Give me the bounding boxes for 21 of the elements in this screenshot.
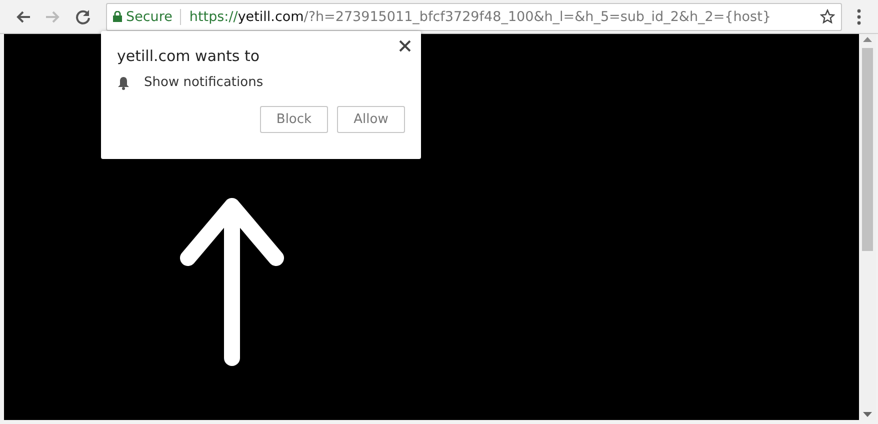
back-icon — [15, 8, 31, 24]
scroll-down-icon — [863, 412, 872, 417]
bell-icon — [117, 76, 130, 90]
close-icon — [398, 39, 412, 53]
star-icon[interactable] — [820, 9, 835, 24]
scroll-up-icon — [863, 37, 872, 42]
forward-icon — [45, 8, 61, 24]
scrollbar-thumb[interactable] — [862, 48, 873, 251]
menu-icon — [857, 8, 861, 24]
popup-button[interactable]: Allow — [337, 106, 405, 133]
popup-title: yetill.com wants to — [117, 47, 261, 65]
url-text: https://yetill.com/?h=273915011_bfcf3729f48_100&h_l=&h_5=sub_id_2&h_2={host} — [189, 8, 771, 24]
up-arrow-icon — [180, 198, 284, 366]
scrollbar[interactable] — [859, 34, 876, 420]
permission-label: Show notifications — [144, 75, 264, 90]
close-button[interactable] — [398, 39, 412, 53]
popup-button[interactable]: Block — [260, 106, 328, 133]
address-bar[interactable]: Secure https://yetill.com/?h=273915011_bfcf3729f48_100&h_l=&h_5=sub_id_2&h_2={host} — [106, 2, 842, 30]
lock-icon — [113, 11, 122, 22]
security-label: Secure — [122, 8, 182, 24]
reload-icon — [75, 8, 91, 24]
